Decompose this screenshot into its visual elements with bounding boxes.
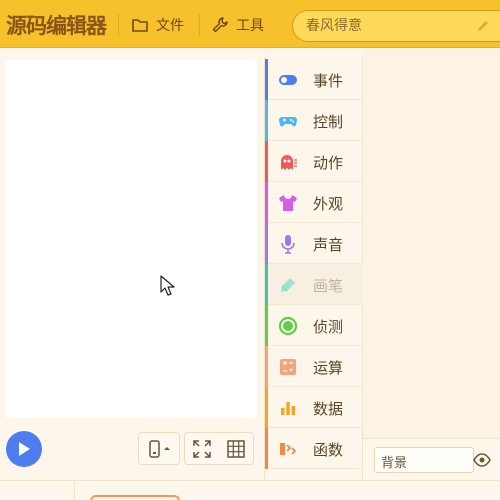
- wrench-icon: [212, 17, 228, 33]
- divider: [199, 14, 200, 36]
- calculator-icon: [280, 359, 296, 375]
- top-bar: 源码编辑器 文件 工具: [0, 0, 500, 48]
- bottom-tab[interactable]: [90, 495, 180, 500]
- play-icon: [19, 442, 30, 456]
- folder-icon: [132, 19, 148, 32]
- category-sensing[interactable]: 侦测: [265, 305, 364, 346]
- background-label: 背景: [381, 456, 408, 471]
- category-label: 侦测: [313, 318, 344, 336]
- category-label: 画笔: [313, 277, 344, 295]
- play-button[interactable]: [6, 431, 42, 467]
- category-color-strip: [265, 141, 268, 182]
- tools-menu-label: 工具: [236, 18, 264, 34]
- category-label: 声音: [313, 236, 344, 254]
- device-toggle[interactable]: [138, 432, 180, 465]
- pencil-icon[interactable]: [475, 18, 491, 34]
- category-control[interactable]: 控制: [265, 100, 364, 141]
- code-workspace[interactable]: [363, 49, 500, 438]
- file-menu-label: 文件: [156, 18, 184, 34]
- gamepad-icon: [279, 117, 297, 127]
- pen-icon: [281, 278, 295, 292]
- shirt-icon: [279, 195, 297, 211]
- category-pen[interactable]: 画笔: [265, 264, 364, 305]
- category-label: 数据: [313, 400, 344, 418]
- function-icon: [280, 443, 297, 455]
- category-color-strip: [265, 346, 268, 387]
- mouse-cursor-icon: [160, 275, 175, 296]
- block-category-bar: 事件 控制 动作 外观 声音 画笔 侦测 运算 数据 函数: [264, 57, 364, 480]
- view-controls: [184, 432, 254, 465]
- category-data[interactable]: 数据: [265, 387, 364, 428]
- category-color-strip: [265, 387, 268, 428]
- category-motion[interactable]: 动作: [265, 141, 364, 182]
- sprite-panel: 背景: [363, 438, 500, 480]
- category-label: 事件: [313, 72, 344, 90]
- category-color-strip: [265, 223, 268, 264]
- ghost-icon: [281, 155, 297, 170]
- grid-icon: [227, 439, 245, 458]
- expand-icon: [193, 439, 211, 458]
- divider: [74, 481, 75, 500]
- category-color-strip: [265, 305, 268, 346]
- category-operators[interactable]: 运算: [265, 346, 364, 387]
- category-looks[interactable]: 外观: [265, 182, 364, 223]
- category-color-strip: [265, 182, 268, 223]
- target-icon: [278, 316, 298, 336]
- bottom-bar: [0, 480, 500, 500]
- fullscreen-button[interactable]: [185, 433, 219, 464]
- category-color-strip: [265, 264, 268, 305]
- grid-button[interactable]: [219, 433, 253, 464]
- category-color-strip: [265, 59, 268, 100]
- category-label: 运算: [313, 359, 344, 377]
- stage-canvas[interactable]: [5, 60, 257, 418]
- category-events[interactable]: 事件: [265, 59, 364, 100]
- divider: [118, 14, 119, 36]
- category-sound[interactable]: 声音: [265, 223, 364, 264]
- category-functions[interactable]: 函数: [265, 428, 364, 469]
- category-label: 外观: [313, 195, 344, 213]
- app-logo: 源码编辑器: [6, 14, 107, 38]
- category-label: 函数: [313, 441, 344, 459]
- tools-menu[interactable]: 工具: [211, 14, 264, 36]
- category-label: 动作: [313, 154, 344, 172]
- category-label: 控制: [313, 113, 344, 131]
- device-button[interactable]: [139, 433, 179, 464]
- microphone-icon: [281, 235, 295, 254]
- background-tab[interactable]: 背景: [374, 447, 474, 473]
- toggle-icon: [279, 75, 297, 85]
- project-name-box[interactable]: [292, 10, 500, 42]
- eye-icon[interactable]: [473, 453, 491, 467]
- category-color-strip: [265, 100, 268, 141]
- file-menu[interactable]: 文件: [131, 14, 184, 36]
- project-name-input[interactable]: [306, 18, 471, 34]
- bar-chart-icon: [281, 402, 296, 415]
- phone-rotate-icon: [149, 439, 170, 458]
- category-color-strip: [265, 428, 268, 469]
